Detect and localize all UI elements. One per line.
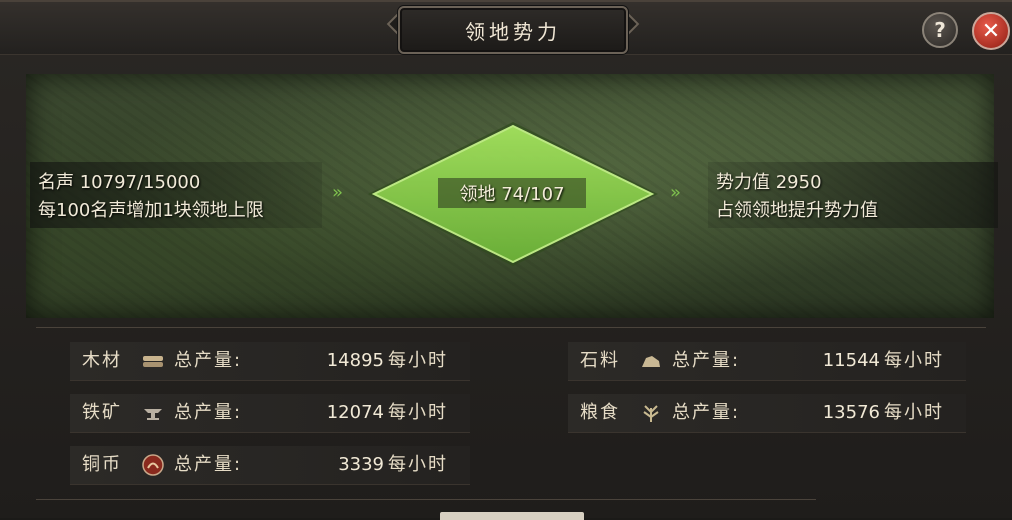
unit-label: 每小时 — [388, 402, 448, 423]
resource-name: 石料 — [580, 350, 620, 371]
production-value: 3339 — [338, 454, 384, 475]
bottom-tab-handle[interactable] — [440, 512, 584, 520]
close-icon: ✕ — [981, 18, 1001, 44]
unit-label: 每小时 — [388, 350, 448, 371]
power-value: 势力值 2950 — [716, 172, 822, 193]
total-label: 总产量: — [672, 350, 741, 371]
production-value: 14895 — [326, 350, 384, 371]
total-label: 总产量: — [672, 402, 741, 423]
total-label: 总产量: — [174, 454, 243, 475]
arrow-right-icon: » — [332, 182, 343, 203]
resource-row-coin: 铜币 总产量: 3339 每小时 — [70, 446, 470, 485]
help-button[interactable]: ? — [922, 12, 958, 48]
help-icon: ? — [934, 18, 946, 42]
resource-name: 木材 — [82, 350, 122, 371]
grain-icon — [643, 405, 659, 422]
coin-icon — [142, 454, 164, 476]
divider-top — [36, 327, 986, 328]
arrow-right-icon: » — [670, 182, 681, 203]
production-value: 12074 — [326, 402, 384, 423]
total-label: 总产量: — [174, 402, 243, 423]
stone-icon — [642, 356, 660, 367]
title-plate: 领地势力 — [398, 6, 628, 54]
divider-bottom — [36, 499, 816, 500]
resource-name: 铜币 — [82, 454, 122, 475]
resource-row-iron: 铁矿 总产量: 12074 每小时 — [70, 394, 470, 433]
fame-hint: 每100名声增加1块领地上限 — [38, 200, 264, 221]
production-value: 11544 — [822, 350, 880, 371]
resource-name: 铁矿 — [82, 402, 122, 423]
unit-label: 每小时 — [884, 402, 944, 423]
resource-row-wood: 木材 总产量: 14895 每小时 — [70, 342, 470, 381]
window-title: 领地势力 — [465, 19, 561, 44]
unit-label: 每小时 — [388, 454, 448, 475]
power-hint: 占领领地提升势力值 — [716, 200, 878, 221]
production-value: 13576 — [822, 402, 880, 423]
territory-count: 领地 74/107 — [438, 178, 586, 208]
iron-icon — [144, 409, 162, 420]
resource-name: 粮食 — [580, 402, 620, 423]
resource-row-grain: 粮食 总产量: 13576 每小时 — [568, 394, 966, 433]
fame-value: 名声 10797/15000 — [38, 172, 201, 193]
close-button[interactable]: ✕ — [972, 12, 1010, 50]
total-label: 总产量: — [174, 350, 243, 371]
wood-icon — [143, 356, 163, 367]
territory-window: 领地势力 ? ✕ 名声 10797/15000 每100名声增加1块领地上限 »… — [0, 0, 1012, 520]
unit-label: 每小时 — [884, 350, 944, 371]
resource-row-stone: 石料 总产量: 11544 每小时 — [568, 342, 966, 381]
